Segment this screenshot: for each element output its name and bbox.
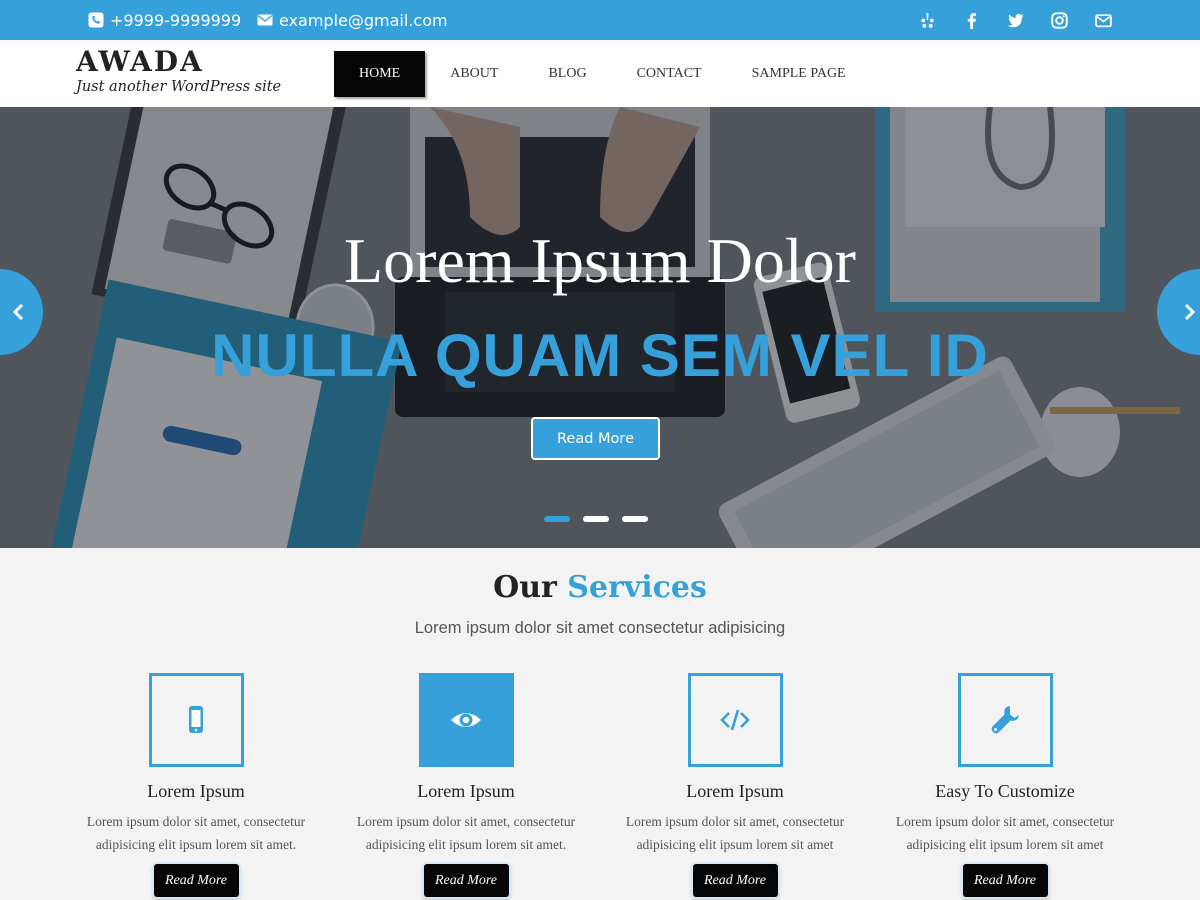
service-description: Lorem ipsum dolor sit amet, consectetur … xyxy=(600,810,870,856)
mobile-icon xyxy=(189,706,203,733)
site-logo[interactable]: AWADA Just another WordPress site xyxy=(76,46,281,96)
nav-about[interactable]: ABOUT xyxy=(425,51,523,97)
slider-dot-1[interactable] xyxy=(544,516,570,522)
service-description: Lorem ipsum dolor sit amet, consectetur … xyxy=(870,810,1140,856)
code-icon xyxy=(720,709,750,731)
slider-dot-2[interactable] xyxy=(583,516,609,522)
instagram-icon[interactable] xyxy=(1050,11,1068,29)
service-description-line: adipisicing elit ipsum lorem sit amet. xyxy=(365,837,567,852)
yelp-icon[interactable] xyxy=(918,11,936,29)
services-section: Our Services Lorem ipsum dolor sit amet … xyxy=(0,548,1200,900)
service-description-line: adipisicing elit ipsum lorem sit amet xyxy=(906,837,1104,852)
site-header: AWADA Just another WordPress site HOME A… xyxy=(0,40,1200,107)
service-card: Lorem Ipsum Lorem ipsum dolor sit amet, … xyxy=(61,673,331,897)
envelope-icon xyxy=(257,14,273,26)
slider-dots xyxy=(544,516,648,522)
eye-icon xyxy=(451,713,481,727)
hero-subtitle: NULLA QUAM SEM VEL ID xyxy=(211,322,989,389)
phone-contact[interactable]: +9999-9999999 xyxy=(88,0,241,40)
nav-sample-page[interactable]: SAMPLE PAGE xyxy=(727,51,871,97)
service-title: Lorem Ipsum xyxy=(686,781,784,801)
phone-number: +9999-9999999 xyxy=(110,10,242,30)
service-card: Easy To Customize Lorem ipsum dolor sit … xyxy=(870,673,1140,897)
nav-contact[interactable]: CONTACT xyxy=(612,51,727,97)
twitter-icon[interactable] xyxy=(1006,11,1024,29)
service-title: Lorem Ipsum xyxy=(417,781,515,801)
service-card: Lorem Ipsum Lorem ipsum dolor sit amet, … xyxy=(331,673,601,897)
service-icon-box[interactable] xyxy=(957,673,1053,767)
hero-read-more-button[interactable]: Read More xyxy=(531,417,660,460)
services-heading-part2: Services xyxy=(567,570,707,605)
service-description-line: Lorem ipsum dolor sit amet, consectetur xyxy=(356,814,576,829)
service-icon-box[interactable] xyxy=(418,673,514,767)
services-heading-part1: Our xyxy=(493,570,557,605)
hero-slider: Lorem Ipsum Dolor NULLA QUAM SEM VEL ID … xyxy=(0,107,1200,548)
service-description: Lorem ipsum dolor sit amet, consectetur … xyxy=(61,810,331,856)
email-contact[interactable]: example@gmail.com xyxy=(257,0,448,40)
service-title: Lorem Ipsum xyxy=(147,781,245,801)
main-nav: HOME ABOUT BLOG CONTACT SAMPLE PAGE xyxy=(334,51,871,97)
facebook-icon[interactable] xyxy=(962,11,980,29)
services-heading: Our Services xyxy=(0,570,1200,606)
service-read-more-button[interactable]: Read More xyxy=(692,864,778,897)
service-title: Easy To Customize xyxy=(935,781,1075,801)
service-description-line: adipisicing elit ipsum lorem sit amet xyxy=(636,837,834,852)
site-tagline: Just another WordPress site xyxy=(76,79,282,95)
service-description-line: Lorem ipsum dolor sit amet, consectetur xyxy=(895,814,1115,829)
service-description: Lorem ipsum dolor sit amet, consectetur … xyxy=(331,810,601,856)
email-address: example@gmail.com xyxy=(279,10,448,30)
chevron-left-icon xyxy=(12,303,24,321)
service-icon-box[interactable] xyxy=(148,673,244,767)
mail-icon[interactable] xyxy=(1094,11,1112,29)
hero-title: Lorem Ipsum Dolor xyxy=(344,225,856,296)
wrench-icon xyxy=(991,706,1019,734)
nav-blog[interactable]: BLOG xyxy=(523,51,611,97)
service-card: Lorem Ipsum Lorem ipsum dolor sit amet, … xyxy=(600,673,870,897)
service-icon-box[interactable] xyxy=(687,673,783,767)
nav-home[interactable]: HOME xyxy=(334,51,426,97)
phone-icon xyxy=(88,12,104,28)
service-description-line: Lorem ipsum dolor sit amet, consectetur xyxy=(86,814,306,829)
services-subtitle: Lorem ipsum dolor sit amet consectetur a… xyxy=(414,619,786,637)
site-name: AWADA xyxy=(76,45,204,78)
service-read-more-button[interactable]: Read More xyxy=(423,864,509,897)
top-bar: +9999-9999999 example@gmail.com xyxy=(0,0,1200,40)
service-description-line: adipisicing elit ipsum lorem sit amet. xyxy=(95,837,297,852)
service-read-more-button[interactable]: Read More xyxy=(962,864,1048,897)
slider-dot-3[interactable] xyxy=(622,516,648,522)
chevron-right-icon xyxy=(1184,303,1196,321)
service-read-more-button[interactable]: Read More xyxy=(153,864,239,897)
service-description-line: Lorem ipsum dolor sit amet, consectetur xyxy=(625,814,845,829)
social-links xyxy=(918,0,1112,40)
